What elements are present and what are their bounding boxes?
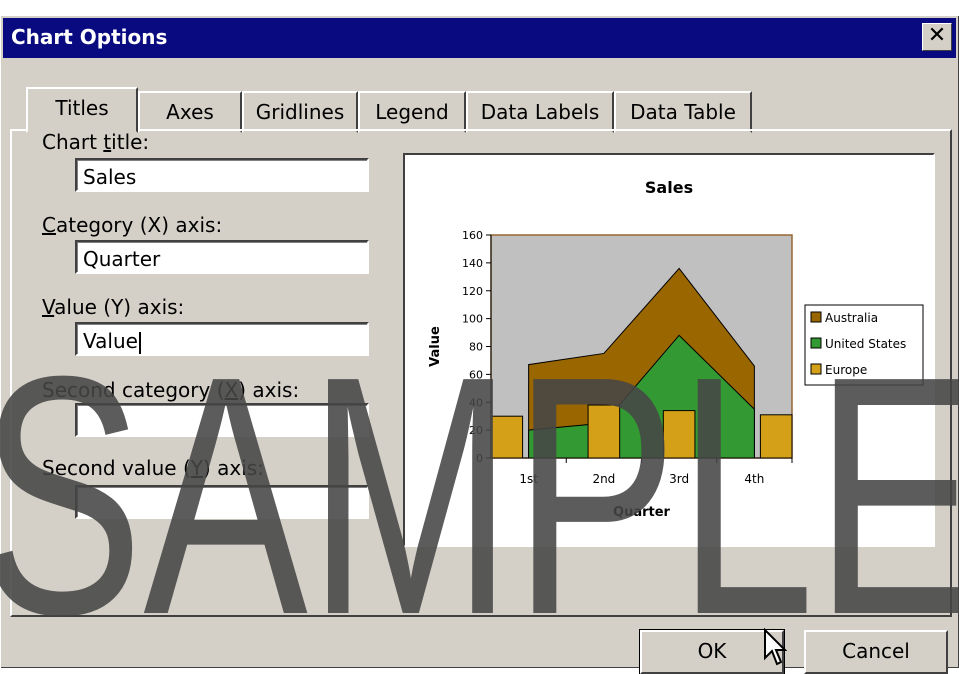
bar-europe-1st: [490, 415, 524, 459]
bar-europe-2nd: [587, 404, 621, 459]
chart-title: Sales: [645, 178, 693, 197]
x-tick-label: 2nd: [592, 472, 615, 486]
second-value-y-axis-input[interactable]: [75, 485, 369, 519]
second-value-y-axis-label: Second value (Y) axis:: [42, 456, 264, 480]
y-tick-label: 160: [462, 229, 483, 242]
text-caret: [138, 331, 141, 354]
category-x-axis-label: Category (X) axis:: [42, 213, 223, 237]
tab-data-table-label: Data Table: [630, 100, 736, 124]
category-x-axis-input[interactable]: Quarter: [75, 240, 369, 274]
legend-swatch: [810, 363, 822, 375]
y-tick-label: 60: [469, 368, 483, 381]
tab-gridlines-label: Gridlines: [255, 100, 345, 124]
tab-legend[interactable]: Legend: [358, 91, 466, 133]
second-category-x-axis-label: Second category (X) axis:: [42, 378, 300, 402]
title-bar: Chart Options ✕: [3, 18, 956, 58]
cancel-button[interactable]: Cancel: [804, 630, 948, 674]
value-y-axis-input[interactable]: Value: [75, 322, 369, 356]
y-tick-label: 0: [476, 452, 483, 465]
tab-gridlines[interactable]: Gridlines: [242, 91, 358, 133]
chart-title-label: Chart title:: [42, 130, 150, 154]
chart-svg: 0 20 40 60 80 100 120 140 160 1st 2nd 3rd 4th Sales Qu…: [428, 178, 924, 520]
legend-entry: Europe: [825, 363, 867, 377]
tab-data-labels[interactable]: Data Labels: [466, 91, 614, 133]
legend-entry: Australia: [825, 311, 878, 325]
chart-title-input[interactable]: Sales: [75, 158, 369, 192]
close-button[interactable]: ✕: [922, 23, 952, 51]
y-tick-label: 120: [462, 285, 483, 298]
chart-preview: 0 20 40 60 80 100 120 140 160 1st 2nd 3rd 4th Sales Qu…: [403, 153, 935, 547]
chart-options-dialog: Chart Options ✕ Titles Axes Gridlines Le…: [0, 15, 959, 674]
bar-europe-3rd: [662, 410, 696, 459]
category-x-axis-value: Quarter: [83, 247, 161, 271]
ok-button-label: OK: [697, 639, 727, 663]
legend-swatch: [810, 337, 822, 349]
y-tick-label: 20: [469, 424, 483, 437]
y-axis-title: Value: [428, 326, 443, 367]
tab-axes-label: Axes: [166, 100, 214, 124]
x-tick-label: 3rd: [669, 472, 689, 486]
dialog-title: Chart Options: [11, 25, 168, 49]
tab-titles[interactable]: Titles: [26, 87, 138, 133]
y-tick-label: 80: [469, 341, 483, 354]
bar-europe-4th: [759, 414, 793, 459]
x-tick-label: 4th: [744, 472, 764, 486]
tab-titles-label: Titles: [55, 96, 109, 120]
y-tick-label: 40: [469, 396, 483, 409]
legend-entry: United States: [825, 337, 906, 351]
tab-legend-label: Legend: [375, 100, 449, 124]
chart-title-value: Sales: [83, 165, 137, 189]
x-tick-label: 1st: [519, 472, 538, 486]
y-tick-label: 140: [462, 257, 483, 270]
close-icon: ✕: [927, 23, 947, 48]
legend-swatch: [810, 311, 822, 323]
tab-data-labels-label: Data Labels: [480, 100, 600, 124]
second-category-x-axis-input[interactable]: [75, 403, 369, 437]
cancel-button-label: Cancel: [842, 639, 910, 663]
x-axis-title: Quarter: [613, 505, 671, 520]
value-y-axis-value: Value: [83, 329, 138, 353]
value-y-axis-label: Value (Y) axis:: [42, 295, 185, 319]
y-tick-label: 100: [462, 313, 483, 326]
mouse-pointer-icon: [764, 628, 787, 666]
tab-axes[interactable]: Axes: [138, 91, 242, 133]
tab-data-table[interactable]: Data Table: [614, 91, 752, 133]
